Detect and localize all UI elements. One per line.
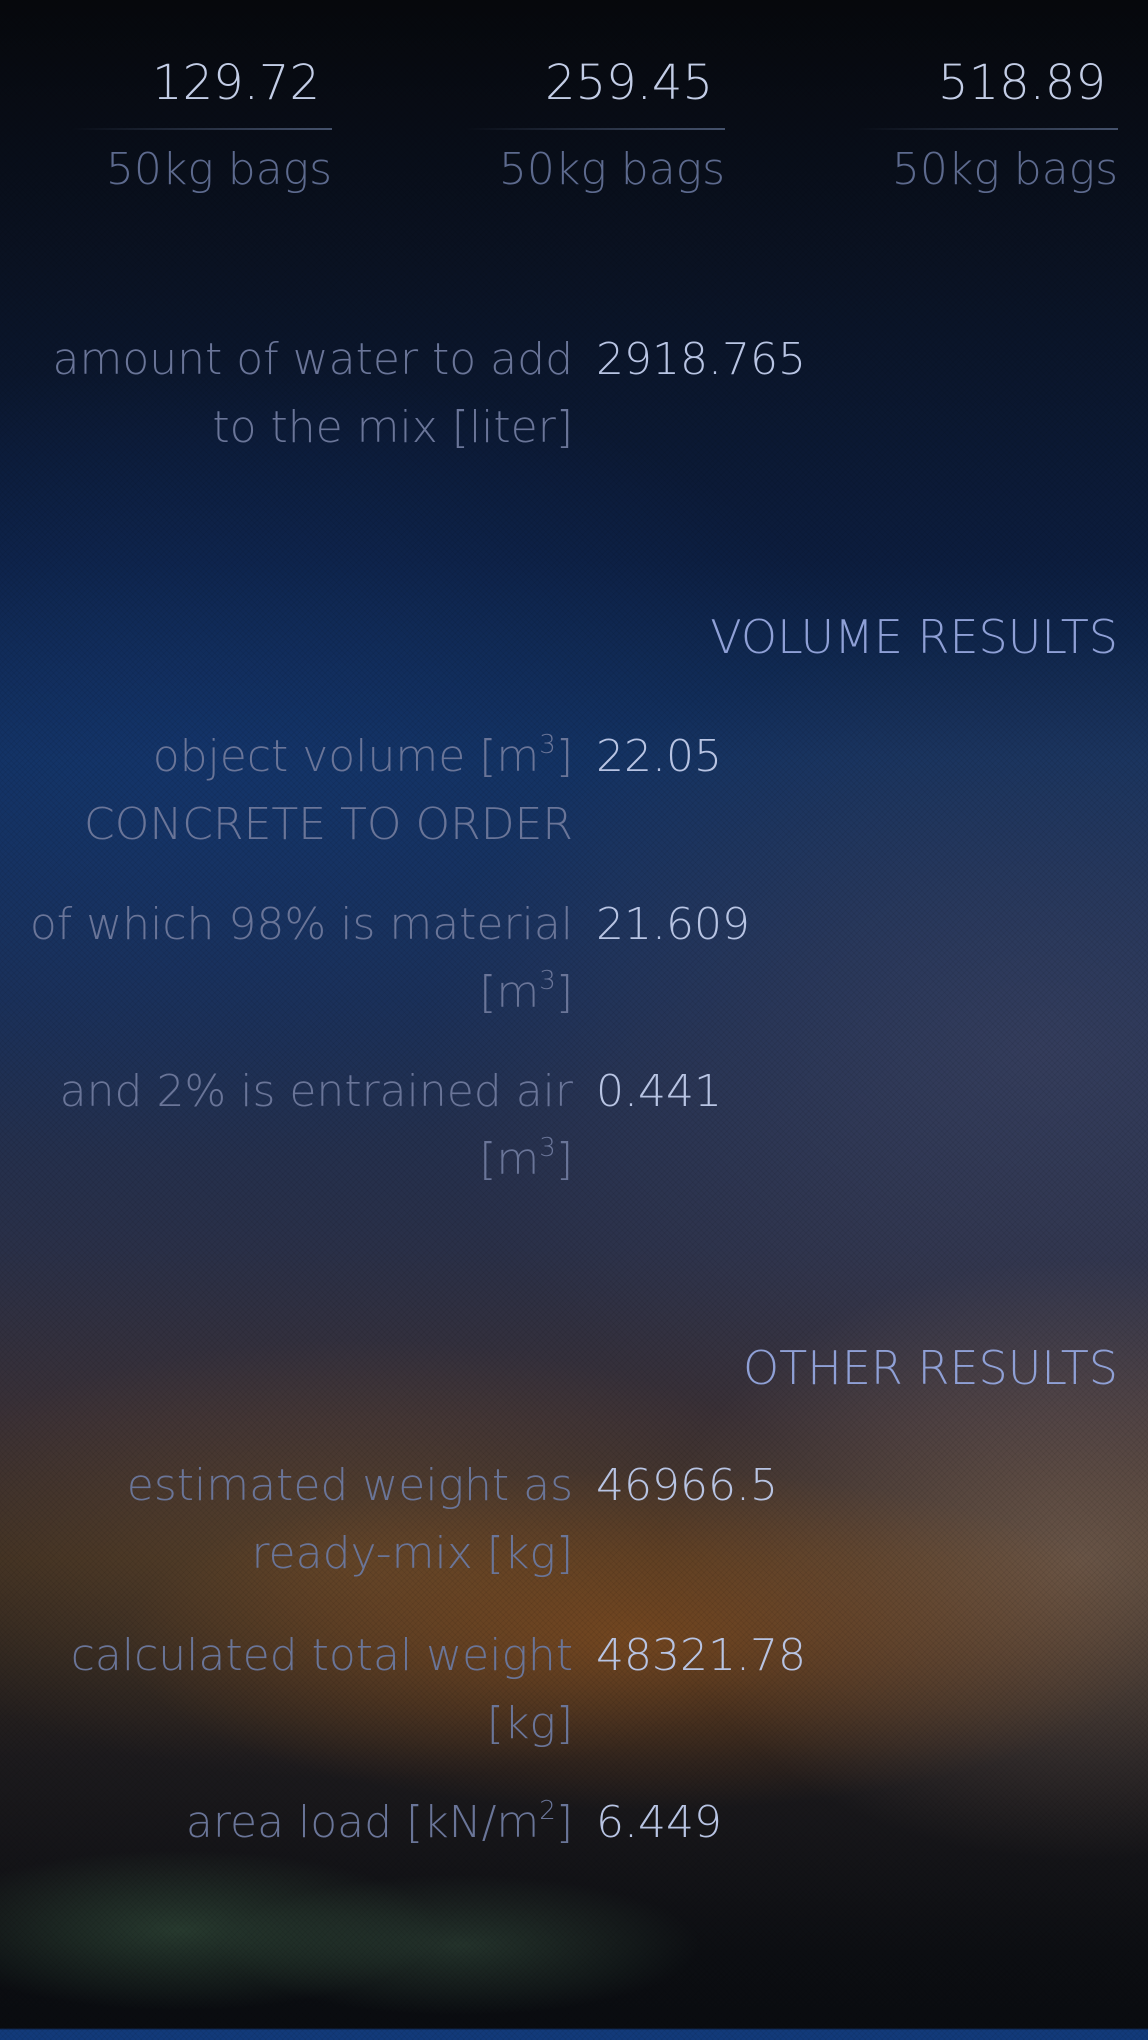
bag-column-2: 259.45 50kg bags [465,48,725,210]
bag-count-value: 518.89 [938,55,1106,111]
estimated-weight-value: 46966.5 [596,1460,778,1511]
water-amount-row: amount of water to add to the mix [liter… [0,326,1148,466]
estimated-weight-row: estimated weight as ready-mix [kg] 46966… [0,1452,1148,1592]
material-row: of which 98% is material [m3] 21.609 [0,891,1148,1031]
object-volume-row: object volume [m3] CONCRETE TO ORDER 22.… [0,723,1148,863]
object-volume-value: 22.05 [596,731,722,782]
bag-count-value: 259.45 [545,55,713,111]
entrained-air-row: and 2% is entrained air [m3] 0.441 [0,1058,1148,1198]
entrained-air-label: and 2% is entrained air [m3] [59,1066,573,1185]
volume-results-header: VOLUME RESULTS [710,610,1118,664]
total-weight-row: calculated total weight [kg] 48321.78 [0,1622,1148,1762]
bag-unit-label: 50kg bags [105,144,332,195]
water-amount-label: amount of water to add to the mix [liter… [52,334,573,453]
bag-count-value: 129.72 [152,55,320,111]
total-weight-label: calculated total weight [kg] [70,1630,573,1749]
bag-unit-label: 50kg bags [891,144,1118,195]
other-results-header: OTHER RESULTS [742,1341,1118,1395]
object-volume-label: object volume [m3] CONCRETE TO ORDER [84,730,573,850]
total-weight-value: 48321.78 [596,1630,806,1681]
estimated-weight-label: estimated weight as ready-mix [kg] [126,1460,573,1579]
concrete-to-order-label: CONCRETE TO ORDER [84,799,573,850]
bag-column-3: 518.89 50kg bags [858,48,1118,210]
area-load-label: area load [kN/m2] [185,1796,573,1848]
material-value: 21.609 [596,899,750,950]
area-load-row: area load [kN/m2] 6.449 [0,1789,1148,1929]
bag-unit-label: 50kg bags [498,144,725,195]
bag-column-1: 129.72 50kg bags [72,48,332,210]
water-amount-value: 2918.765 [596,334,806,385]
entrained-air-value: 0.441 [596,1066,722,1117]
area-load-value: 6.449 [596,1797,722,1848]
material-label: of which 98% is material [m3] [29,899,573,1018]
